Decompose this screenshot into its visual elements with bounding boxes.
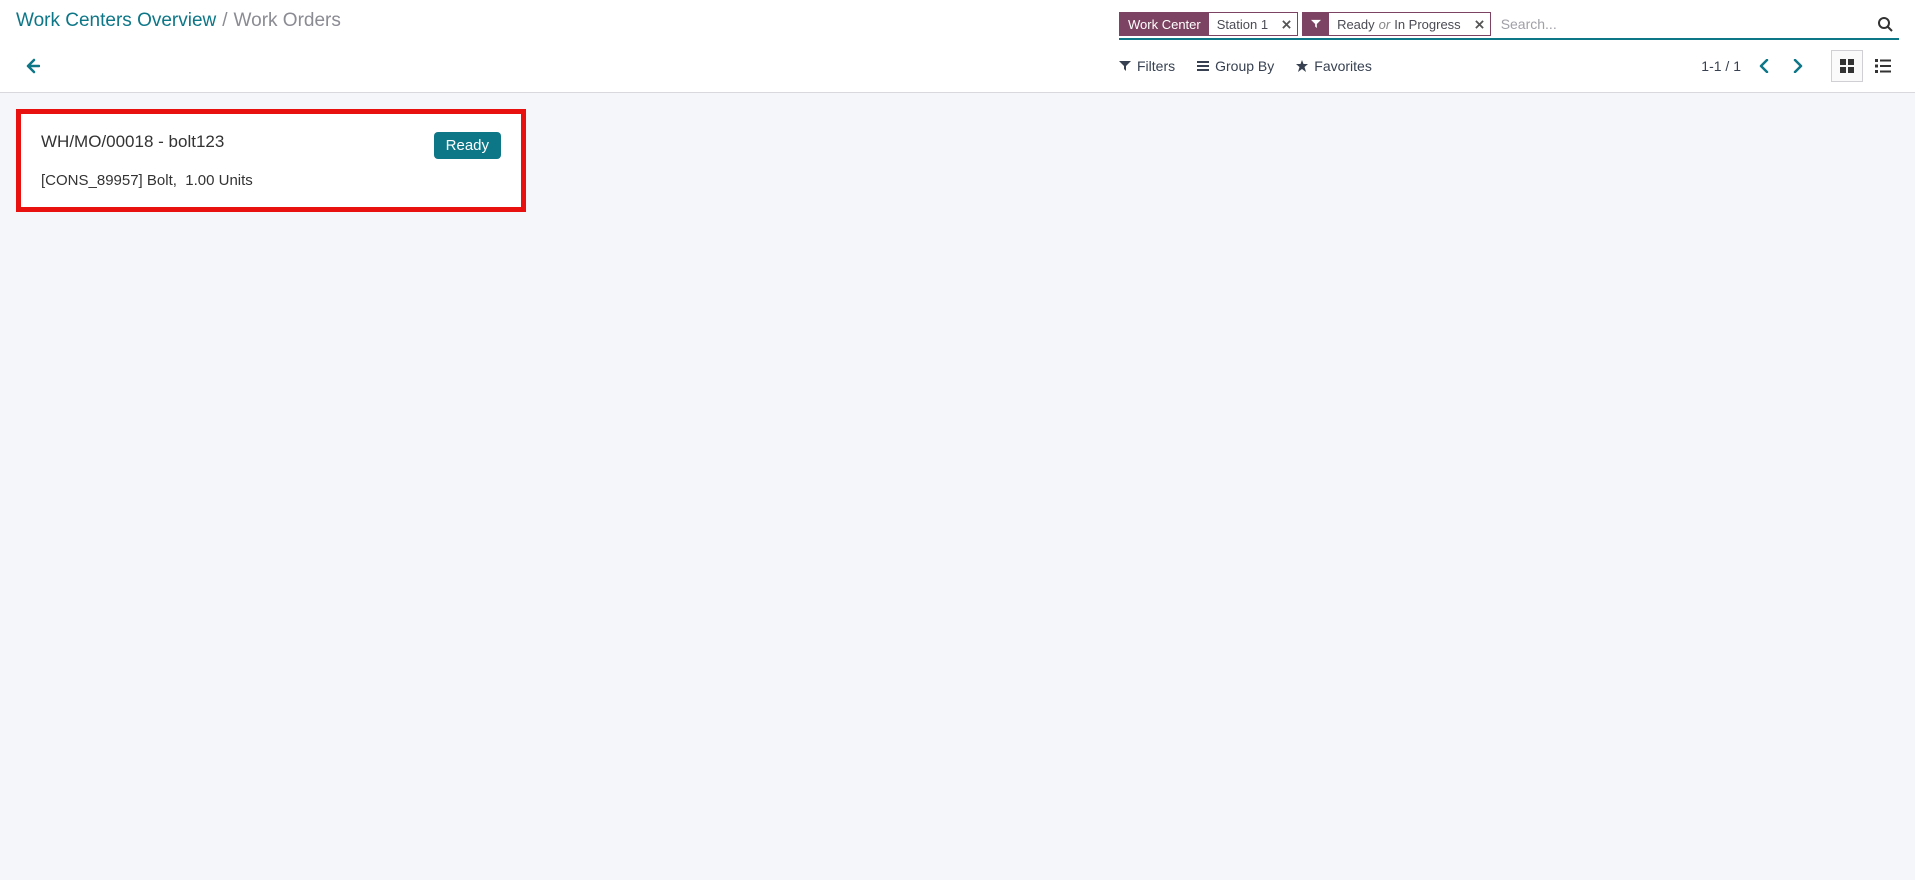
chevron-left-icon	[1759, 59, 1769, 73]
back-button[interactable]	[16, 54, 48, 78]
status-badge: Ready	[434, 132, 501, 159]
facet-label-workcenter: Work Center	[1120, 13, 1209, 35]
control-bar: Filters Group By Favorites 1-1 / 1	[0, 40, 1915, 93]
view-list-button[interactable]	[1867, 50, 1899, 82]
facet-status-or: or	[1379, 17, 1391, 32]
card-subtitle: [CONS_89957] Bolt, 1.00 Units	[41, 172, 501, 189]
search-facet-status: Ready or In Progress	[1302, 12, 1491, 36]
search-bar: Work Center Station 1 Ready or In Progre…	[1119, 10, 1899, 40]
filter-group: Filters Group By Favorites	[1119, 58, 1372, 74]
kanban-icon	[1840, 59, 1854, 73]
filters-dropdown[interactable]: Filters	[1119, 58, 1175, 74]
facet-value-status: Ready or In Progress	[1329, 14, 1469, 35]
pager-group: 1-1 / 1	[1701, 50, 1899, 82]
breadcrumb: Work Centers Overview / Work Orders	[16, 10, 341, 32]
breadcrumb-parent-link[interactable]: Work Centers Overview	[16, 10, 216, 32]
close-icon	[1282, 20, 1291, 29]
list-view-icon	[1875, 59, 1891, 73]
facet-remove-workcenter[interactable]	[1276, 20, 1297, 29]
facet-label-status	[1303, 13, 1329, 35]
control-right: Filters Group By Favorites 1-1 / 1	[1119, 50, 1899, 82]
breadcrumb-current: Work Orders	[234, 10, 341, 32]
kanban-content: WH/MO/00018 - bolt123 Ready [CONS_89957]…	[0, 93, 1915, 880]
groupby-label: Group By	[1215, 58, 1274, 74]
star-icon	[1296, 60, 1308, 72]
header-row: Work Centers Overview / Work Orders Work…	[0, 0, 1915, 40]
search-input[interactable]	[1495, 14, 1867, 34]
chevron-right-icon	[1793, 59, 1803, 73]
filter-icon	[1311, 19, 1321, 29]
filters-label: Filters	[1137, 58, 1175, 74]
facet-remove-status[interactable]	[1469, 20, 1490, 29]
view-switcher	[1831, 50, 1899, 82]
close-icon	[1475, 20, 1484, 29]
search-button[interactable]	[1871, 14, 1899, 34]
filter-icon	[1119, 60, 1131, 72]
pager-next[interactable]	[1787, 57, 1809, 75]
facet-status-v2: In Progress	[1394, 17, 1460, 32]
search-panel-container: Work Center Station 1 Ready or In Progre…	[1119, 10, 1899, 40]
search-icon	[1877, 16, 1893, 32]
card-title: WH/MO/00018 - bolt123	[41, 132, 224, 152]
search-facet-workcenter: Work Center Station 1	[1119, 12, 1298, 36]
work-order-card[interactable]: WH/MO/00018 - bolt123 Ready [CONS_89957]…	[16, 109, 526, 212]
page-count: 1-1 / 1	[1701, 58, 1741, 74]
card-header-row: WH/MO/00018 - bolt123 Ready	[41, 132, 501, 172]
arrow-left-icon	[24, 58, 40, 74]
breadcrumb-separator: /	[222, 10, 227, 32]
facet-status-v1: Ready	[1337, 17, 1375, 32]
list-icon	[1197, 60, 1209, 72]
facet-value-workcenter: Station 1	[1209, 14, 1276, 35]
pager-prev[interactable]	[1753, 57, 1775, 75]
groupby-dropdown[interactable]: Group By	[1197, 58, 1274, 74]
view-kanban-button[interactable]	[1831, 50, 1863, 82]
favorites-label: Favorites	[1314, 58, 1372, 74]
favorites-dropdown[interactable]: Favorites	[1296, 58, 1372, 74]
